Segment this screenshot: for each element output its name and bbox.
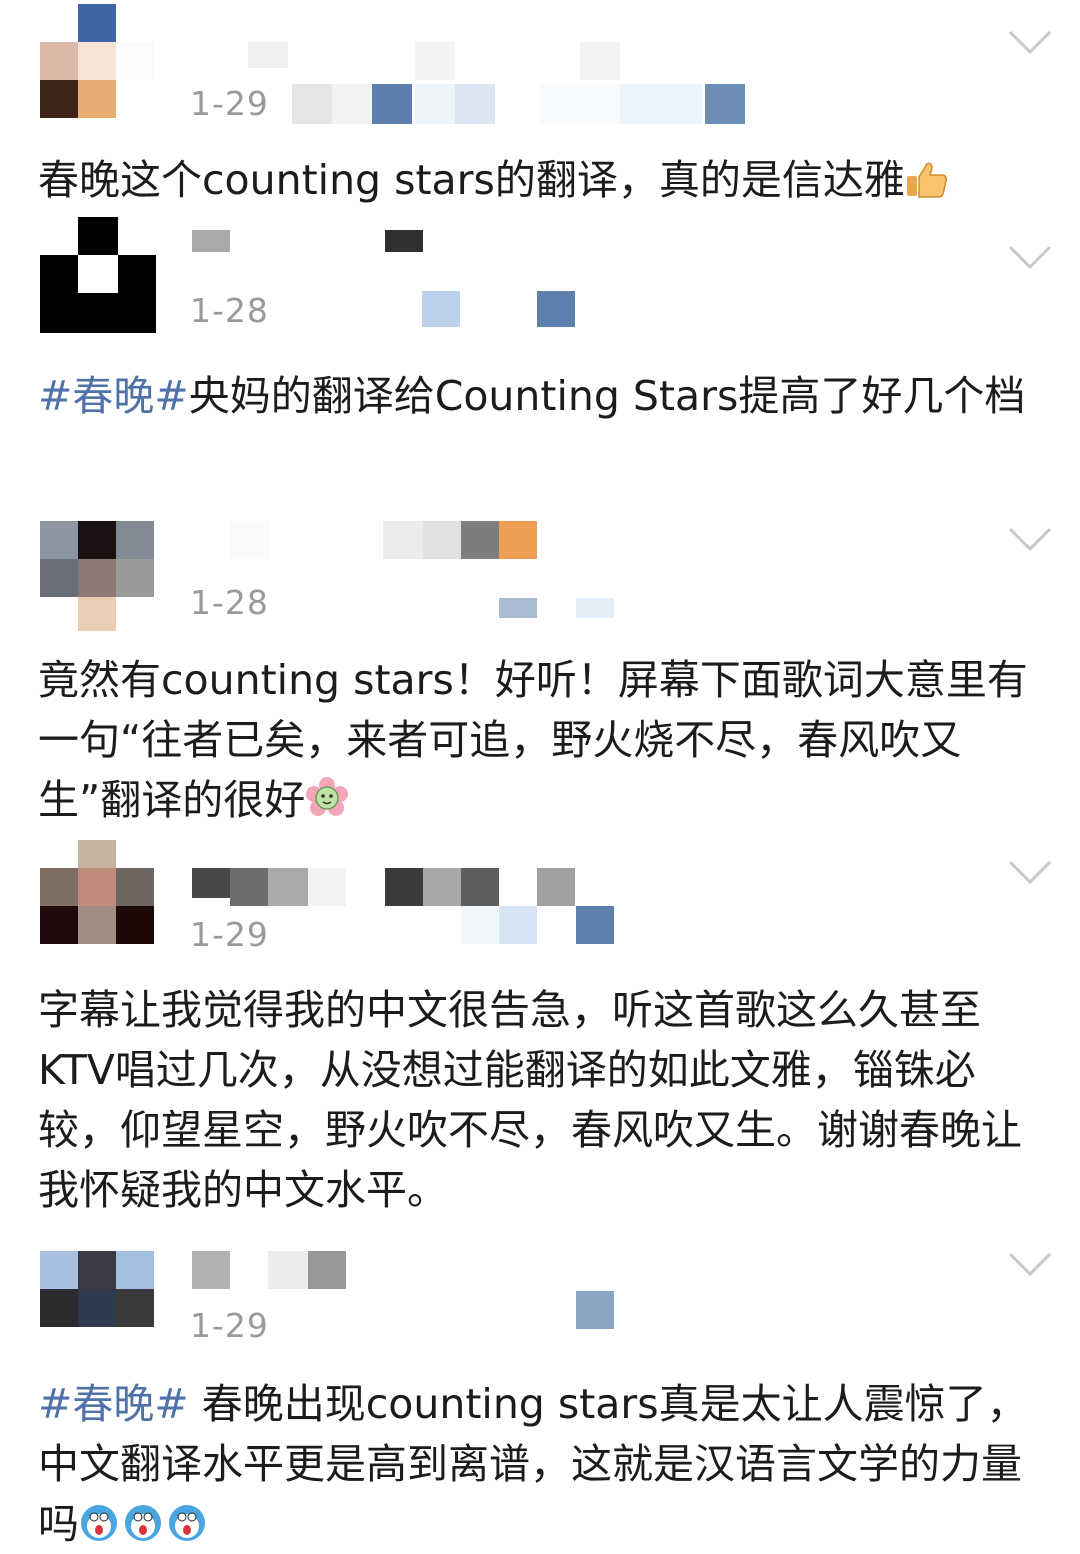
avatar[interactable] [40, 840, 154, 944]
comment-item: 1-29 字幕让我觉得我的中文很告急，听这首歌这么久甚至KTV唱过几次，从没想过… [0, 840, 1080, 1230]
chevron-down-icon[interactable] [1008, 1252, 1052, 1278]
comment-text: 字幕让我觉得我的中文很告急，听这首歌这么久甚至KTV唱过几次，从没想过能翻译的如… [38, 980, 1053, 1220]
avatar[interactable] [40, 1251, 154, 1365]
comment-item: 1-28 竟然有counting stars！好听！屏幕下面歌词大意里有一句“往… [0, 495, 1080, 840]
comment-item: 1-29 #春晚# 春晚出现counting stars真是太让人震惊了，中文翻… [0, 1230, 1080, 1553]
comment-body: 字幕让我觉得我的中文很告急，听这首歌这么久甚至KTV唱过几次，从没想过能翻译的如… [38, 986, 1022, 1214]
flower-face-icon [306, 777, 349, 816]
comment-item: 1-29 春晚这个counting stars的翻译，真的是信达雅 [0, 0, 1080, 215]
comment-date: 1-28 [190, 583, 269, 622]
comment-item: 1-28 #春晚#央妈的翻译给Counting Stars提高了好几个档 [0, 215, 1080, 495]
comment-body: 春晚这个counting stars的翻译，真的是信达雅 [38, 156, 905, 204]
comment-date: 1-29 [190, 915, 269, 954]
comment-text: 春晚这个counting stars的翻译，真的是信达雅 [38, 150, 1053, 210]
comment-text: #春晚#央妈的翻译给Counting Stars提高了好几个档 [38, 366, 1053, 426]
comment-date: 1-28 [190, 291, 269, 330]
comment-date: 1-29 [190, 84, 269, 123]
hashtag-link[interactable]: #春晚# [38, 372, 189, 420]
comment-text: 竟然有counting stars！好听！屏幕下面歌词大意里有一句“往者已矣，来… [38, 650, 1053, 830]
chevron-down-icon[interactable] [1008, 245, 1052, 271]
comment-date: 1-29 [190, 1306, 269, 1345]
comment-body: 竟然有counting stars！好听！屏幕下面歌词大意里有一句“往者已矣，来… [38, 656, 1028, 824]
comment-body: 央妈的翻译给Counting Stars提高了好几个档 [188, 372, 1026, 420]
avatar[interactable] [40, 4, 154, 118]
chevron-down-icon[interactable] [1008, 527, 1052, 553]
comment-text: #春晚# 春晚出现counting stars真是太让人震惊了，中文翻译水平更是… [38, 1374, 1053, 1554]
avatar[interactable] [40, 217, 156, 333]
avatar[interactable] [40, 521, 154, 631]
surprised-face-icon [79, 1500, 211, 1548]
thumbs-up-icon [906, 162, 947, 198]
chevron-down-icon[interactable] [1008, 860, 1052, 886]
chevron-down-icon[interactable] [1008, 30, 1052, 56]
hashtag-link[interactable]: #春晚# [38, 1380, 189, 1428]
